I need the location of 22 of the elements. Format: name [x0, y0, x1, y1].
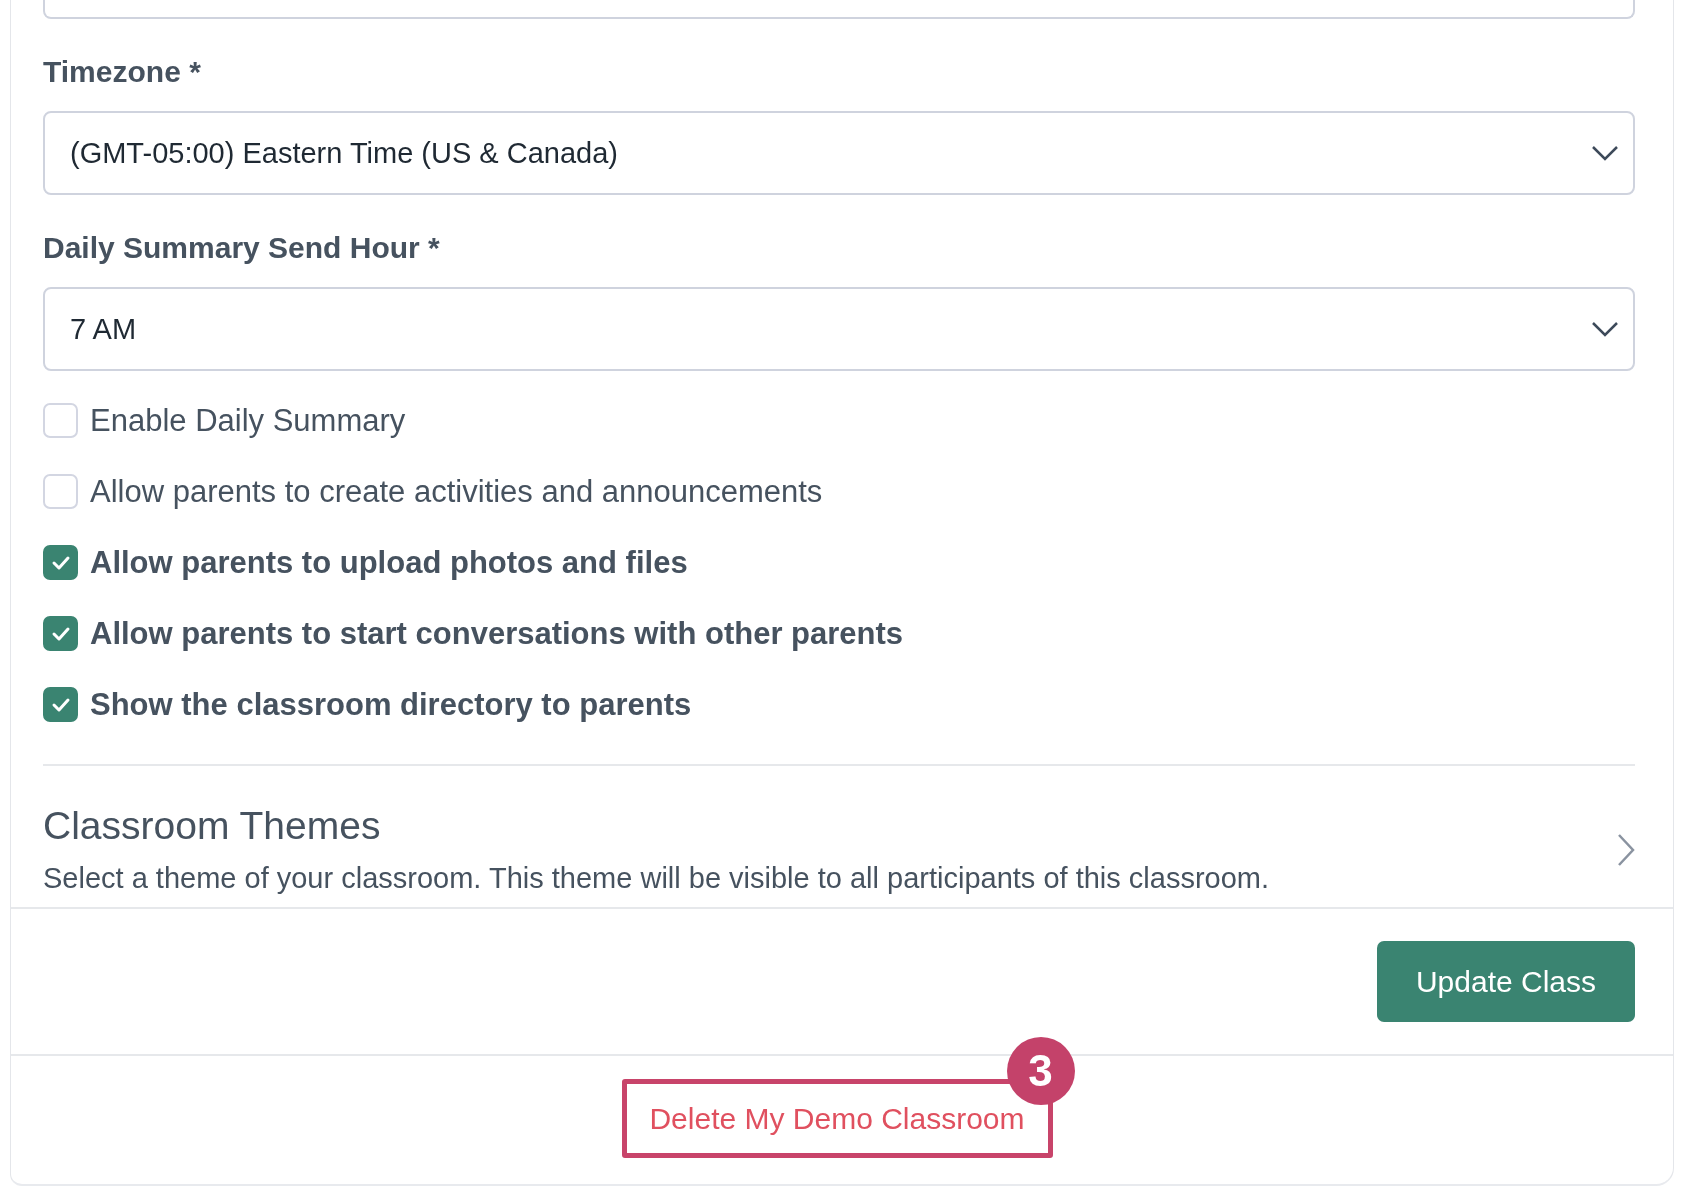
chevron-down-icon	[1591, 145, 1619, 161]
checkbox-label: Show the classroom directory to parents	[90, 686, 692, 723]
checkbox[interactable]	[43, 616, 78, 651]
select-field[interactable]: (GMT-05:00) Eastern Time (US & Canada)	[43, 111, 1635, 195]
checkbox-label: Allow parents to create activities and announcements	[90, 473, 823, 510]
checkbox-label: Enable Daily Summary	[90, 402, 406, 439]
checkbox[interactable]	[43, 545, 78, 580]
chevron-right-icon[interactable]	[1617, 832, 1635, 867]
checkbox[interactable]	[43, 687, 78, 722]
select-field[interactable]: 7 AM	[43, 287, 1635, 371]
field-label: Daily Summary Send Hour *	[43, 231, 441, 265]
update-class-button[interactable]: Update Class	[1377, 941, 1635, 1022]
check-icon	[50, 696, 71, 713]
check-icon	[50, 625, 71, 642]
section-title: Classroom Themes	[43, 804, 382, 848]
section-description: Select a theme of your classroom. This theme will be visible to all participants of this classroom.	[43, 862, 1270, 895]
field-label: Timezone *	[43, 55, 202, 89]
step-badge: 3	[1006, 1037, 1075, 1105]
chevron-down-icon	[1591, 321, 1619, 337]
checkbox-label: Allow parents to upload photos and files	[90, 544, 688, 581]
check-icon	[50, 554, 71, 571]
checkbox-label: Allow parents to start conversations with other parents	[90, 615, 904, 652]
